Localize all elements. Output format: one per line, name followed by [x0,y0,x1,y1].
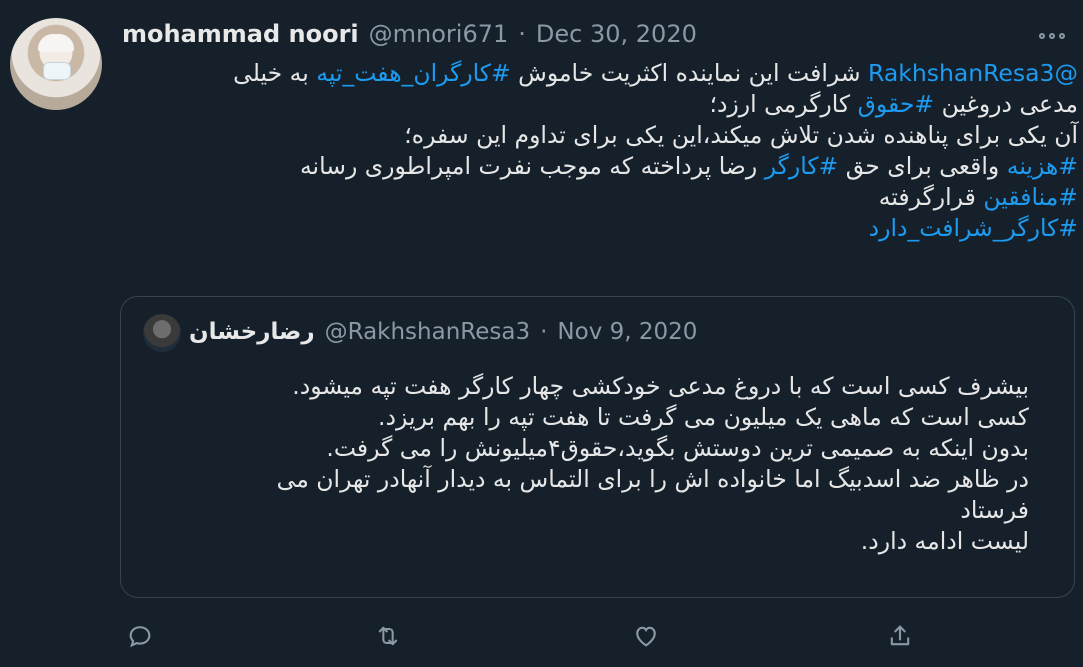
quoted-line: لیست ادامه دارد. [860,527,1029,555]
retweet-button[interactable] [370,618,406,654]
quoted-text: بیشرف کسی است که با دروغ مدعی خودکشی چها… [181,371,1029,557]
reply-icon [129,626,151,648]
hashtag-link[interactable]: #کارگر [765,152,839,180]
separator-dot: · [518,20,526,48]
quoted-author-avatar[interactable] [143,314,181,352]
mention-link[interactable]: @RakhshanResa3 [868,59,1078,87]
hashtag-link[interactable]: #کارگران_هفت_تپه [316,59,510,87]
share-icon [890,625,910,646]
more-dot [1059,33,1065,39]
like-icon [636,626,656,647]
tweet-text-segment: به خیلی [233,59,317,87]
reply-button[interactable] [122,618,158,654]
tweet-text-segment: کارگرمی ارزد؛ [709,90,858,118]
tweet-line: آن یکی برای پناهنده شدن تلاش میکند،این ی… [118,120,1078,151]
tweet[interactable]: mohammad noori @mnori671 · Dec 30, 2020 … [0,0,1083,667]
tweet-line: مدعی دروغین #حقوق کارگرمی ارزد؛ [118,89,1078,120]
share-button[interactable] [882,618,918,654]
tweet-text-segment: آن یکی برای پناهنده شدن تلاش میکند،این ی… [404,121,1078,149]
quoted-line: در ظاهر ضد اسدبیگ اما خانواده اش را برای… [276,465,1029,493]
quoted-author-name[interactable]: رضارخشان [189,319,315,345]
tweet-text-segment: قرارگرفته [878,183,984,211]
quoted-date[interactable]: Nov 9, 2020 [557,319,697,345]
tweet-text-segment: مدعی دروغین [934,90,1078,118]
quoted-line: فرستاد [960,496,1029,524]
quoted-line: بدون اینکه به صمیمی ترین دوستش بگوید،حقو… [326,434,1029,462]
tweet-text: @RakhshanResa3 شرافت این نماینده اکثریت … [118,58,1078,244]
hashtag-link[interactable]: #هزینه [1007,152,1078,180]
avatar-mask [43,62,71,80]
more-dot [1039,33,1045,39]
quoted-header: رضارخشان @RakhshanResa3 · Nov 9, 2020 [189,319,697,345]
tweet-text-segment: واقعی برای حق [838,152,1007,180]
quoted-line: بیشرف کسی است که با دروغ مدعی خودکشی چها… [292,372,1029,400]
tweet-date[interactable]: Dec 30, 2020 [536,20,697,48]
hashtag-link[interactable]: #منافقین [983,183,1078,211]
tweet-line: #منافقین قرارگرفته [118,182,1078,213]
tweet-line: @RakhshanResa3 شرافت این نماینده اکثریت … [118,58,1078,89]
hashtag-link[interactable]: #کارگر_شرافت_دارد [869,214,1078,242]
tweet-text-segment: رضا پرداخته که موجب نفرت امپراطوری رسانه [299,152,765,180]
more-options-icon[interactable] [1035,24,1069,48]
retweet-icon [378,626,398,646]
tweet-line: #هزینه واقعی برای حق #کارگر رضا پرداخته … [118,151,1078,182]
avatar-cap [38,34,74,52]
quoted-author-handle[interactable]: @RakhshanResa3 [325,319,531,345]
like-button[interactable] [628,618,664,654]
quoted-tweet[interactable]: رضارخشان @RakhshanResa3 · Nov 9, 2020 بی… [120,296,1075,598]
quoted-line: کسی است که ماهی یک میلیون می گرفت تا هفت… [378,403,1029,431]
author-handle[interactable]: @mnori671 [369,20,509,48]
tweet-actions [118,618,918,654]
more-dot [1049,33,1055,39]
author-avatar[interactable] [10,18,102,110]
author-name[interactable]: mohammad noori [122,20,359,48]
tweet-header: mohammad noori @mnori671 · Dec 30, 2020 [122,20,1003,48]
tweet-line: #کارگر_شرافت_دارد [118,213,1078,244]
hashtag-link[interactable]: #حقوق [858,90,934,118]
tweet-text-segment: شرافت این نماینده اکثریت خاموش [510,59,869,87]
separator-dot: · [540,319,548,345]
